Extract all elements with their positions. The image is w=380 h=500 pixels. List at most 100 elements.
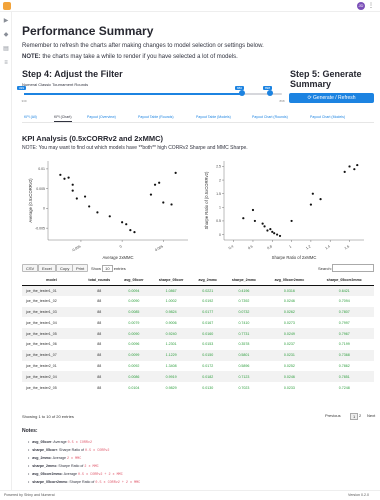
- tab-payout-chart-models[interactable]: Payout Chart (Models): [310, 115, 345, 119]
- y-tick-label: -0.005: [35, 226, 45, 230]
- tab-payout-overview[interactable]: Payout (Overview): [87, 115, 116, 119]
- y-axis-label: Sharpe Ratio of (0.5xCORRv2): [204, 171, 209, 229]
- print-button[interactable]: Print: [72, 264, 89, 272]
- scatter-chart-sharpe: 0.4 0.6 0.8 1 1.2 1.4 1.6 2.5 2 1.5 1 0.5 0 Sharpe Ra…: [202, 157, 370, 267]
- chart-icon[interactable]: ▤: [3, 46, 9, 52]
- scatter-point[interactable]: [63, 177, 66, 180]
- column-header[interactable]: sharpe_05corr: [150, 276, 193, 286]
- column-header[interactable]: avg_05corr2mmc: [264, 276, 315, 286]
- slider-low-handle[interactable]: [239, 90, 245, 96]
- scatter-point[interactable]: [278, 234, 282, 238]
- avatar[interactable]: JD: [357, 2, 365, 10]
- scatter-point[interactable]: [108, 215, 111, 218]
- table-cell: 0.3578: [238, 342, 250, 347]
- scatter-point[interactable]: [133, 231, 136, 234]
- scatter-point[interactable]: [121, 221, 124, 224]
- y-tick-label: 0: [219, 233, 221, 237]
- bookmark-icon[interactable]: ◆: [3, 32, 9, 38]
- scatter-point[interactable]: [170, 203, 173, 206]
- note-key: avg_05corr: [32, 440, 52, 444]
- scatter-point[interactable]: [67, 176, 70, 179]
- table-row: joe_the_tester1_03 88 0.0085 0.9824 0.0177 0.…: [22, 306, 374, 318]
- tab-payout-table-rounds[interactable]: Payout Table (Rounds): [138, 115, 174, 119]
- x-tick-label: 1.4: [324, 244, 330, 250]
- page-1-button[interactable]: 1: [350, 413, 359, 420]
- scatter-point[interactable]: [174, 171, 177, 174]
- scatter-point[interactable]: [271, 230, 274, 233]
- scatter-point[interactable]: [251, 208, 255, 212]
- scatter-point[interactable]: [311, 192, 314, 195]
- column-header[interactable]: total_rounds: [80, 276, 118, 286]
- scatter-point[interactable]: [71, 183, 74, 186]
- scatter-point[interactable]: [273, 232, 276, 235]
- y-tick-label: 1.5: [216, 192, 221, 196]
- scatter-point[interactable]: [348, 165, 351, 168]
- scatter-point[interactable]: [261, 222, 264, 225]
- scatter-point[interactable]: [96, 211, 99, 214]
- page-length-select[interactable]: 10: [102, 265, 113, 272]
- copy-button[interactable]: Copy: [56, 264, 74, 272]
- page-2-button[interactable]: 2: [359, 413, 361, 418]
- tab-payout-table-models[interactable]: Payout Table (Models): [196, 115, 231, 119]
- y-tick-label: 0.5: [216, 219, 221, 223]
- scatter-point[interactable]: [242, 217, 245, 220]
- column-header[interactable]: sharpe_2mmc: [223, 276, 265, 286]
- scatter-point[interactable]: [266, 229, 269, 232]
- table-cell: 0.7123: [223, 371, 265, 383]
- slider-high-handle[interactable]: [267, 90, 273, 96]
- csv-button[interactable]: CSV: [22, 264, 39, 272]
- table-cell: joe_the_tester2_01: [26, 363, 57, 368]
- column-header[interactable]: avg_2mmc: [192, 276, 224, 286]
- scatter-point[interactable]: [353, 168, 356, 171]
- tab-payout-chart-rounds[interactable]: Payout Chart (Rounds): [252, 115, 288, 119]
- scatter-point[interactable]: [83, 195, 87, 198]
- table-cell: 1.3408: [165, 363, 177, 368]
- scatter-average-svg: -0.005 0 0.005 0.01 0.005 0 -0.005 Average 2xMM…: [28, 161, 188, 260]
- scatter-point[interactable]: [59, 173, 62, 176]
- app-logo-icon[interactable]: [3, 2, 11, 10]
- table-cell: 0.0090: [128, 299, 140, 304]
- table-cell: 88: [80, 349, 118, 361]
- scatter-point[interactable]: [149, 193, 153, 196]
- note-description: : Average: [50, 456, 67, 460]
- table-body: joe_the_tester1_01 88 0.0094 1.0867 0.0221 0.…: [22, 285, 374, 393]
- search-input[interactable]: [332, 264, 374, 272]
- scatter-point[interactable]: [319, 198, 322, 201]
- scatter-point[interactable]: [75, 197, 78, 200]
- scatter-point[interactable]: [290, 219, 293, 223]
- scatter-point[interactable]: [343, 170, 346, 173]
- column-header[interactable]: sharpe_05corr2mmc: [314, 276, 374, 286]
- column-header[interactable]: model: [22, 276, 81, 286]
- excel-button[interactable]: Excel: [38, 264, 56, 272]
- prev-page-button[interactable]: Previous: [325, 413, 341, 418]
- note-text: NOTE: the charts may take a while to ren…: [22, 54, 238, 60]
- table-cell: 1.2301: [165, 342, 177, 347]
- column-header[interactable]: avg_05corr: [117, 276, 151, 286]
- menu-icon[interactable]: ⋮: [368, 2, 374, 9]
- scatter-point[interactable]: [309, 203, 312, 206]
- table-cell: joe_the_tester2_05: [26, 385, 57, 390]
- scatter-point[interactable]: [276, 233, 279, 236]
- tab-kpi-chart[interactable]: KPI (Chart): [54, 115, 72, 122]
- scatter-point[interactable]: [162, 201, 165, 204]
- scatter-point[interactable]: [71, 189, 74, 192]
- scatter-point[interactable]: [158, 181, 161, 184]
- x-tick-label: -0.005: [71, 244, 82, 252]
- scatter-point[interactable]: [153, 183, 157, 186]
- list-icon[interactable]: ≡: [3, 60, 9, 66]
- scatter-point[interactable]: [356, 163, 359, 167]
- tab-kpi-all[interactable]: KPI (All): [24, 115, 37, 119]
- table-cell: 0.7807: [314, 306, 374, 318]
- scatter-point[interactable]: [125, 223, 128, 226]
- scatter-point[interactable]: [88, 205, 91, 208]
- scatter-point[interactable]: [263, 225, 266, 228]
- generate-button[interactable]: ⟳ Generate / Refresh: [289, 93, 374, 103]
- table-cell: 0.0167: [202, 320, 214, 325]
- table-cell: 0.7368: [314, 349, 374, 361]
- scatter-point[interactable]: [129, 229, 132, 232]
- play-icon[interactable]: ▶: [3, 18, 9, 24]
- next-page-button[interactable]: Next: [367, 413, 375, 418]
- x-tick-label: 0: [119, 244, 123, 248]
- scatter-point[interactable]: [253, 219, 256, 223]
- scatter-point[interactable]: [269, 228, 272, 231]
